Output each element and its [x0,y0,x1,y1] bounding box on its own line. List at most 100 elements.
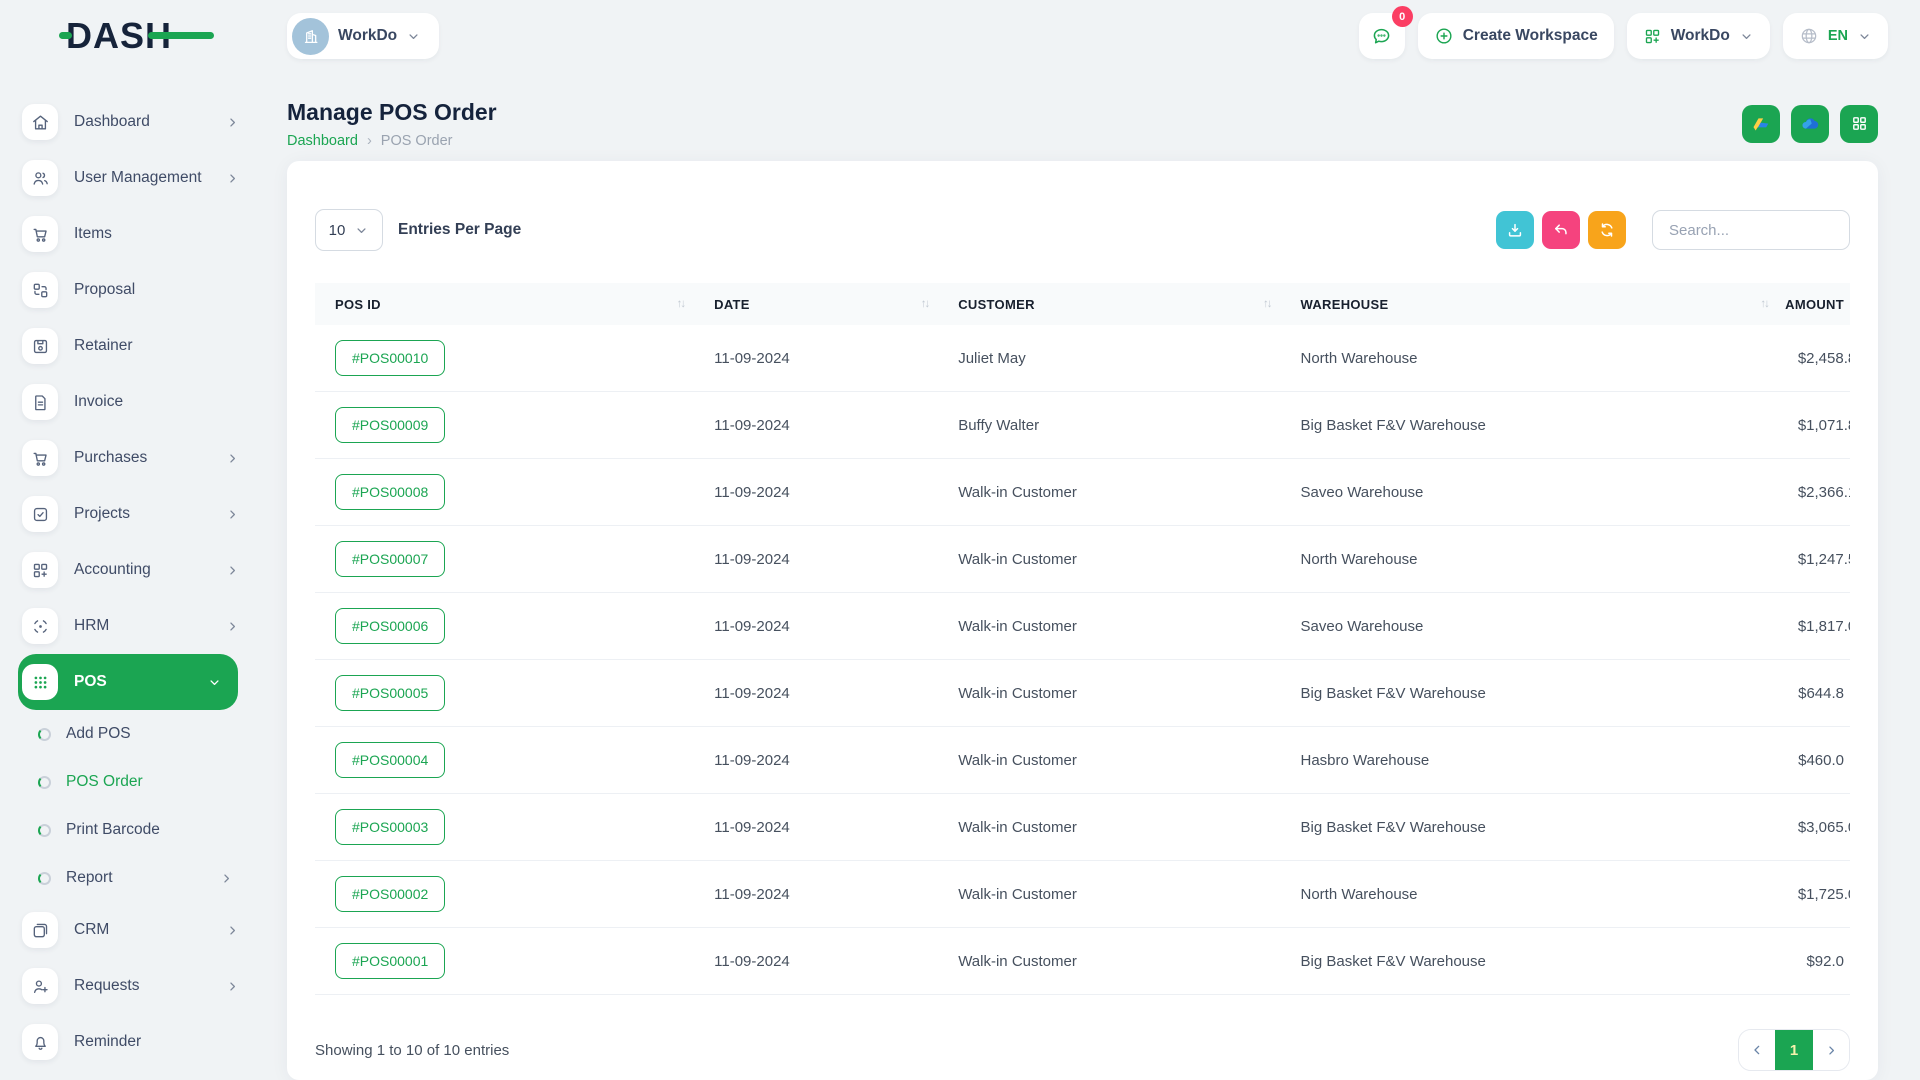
onedrive-button[interactable] [1791,105,1829,143]
pos-id-badge[interactable]: #POS00009 [335,407,445,443]
sort-icon[interactable]: ↑↓ [921,298,933,310]
dots-grid-icon [22,664,58,700]
language-label: EN [1828,28,1848,44]
column-header-inner: DATE↑↓ [714,297,932,312]
cart-icon [22,216,58,252]
sidebar-item-purchases[interactable]: Purchases [0,430,264,486]
sidebar-item-items[interactable]: Items [0,206,264,262]
pos-id-badge[interactable]: #POS00003 [335,809,445,845]
sidebar-item-accounting[interactable]: Accounting [0,542,264,598]
sort-icon[interactable]: ↑↓ [677,298,689,310]
sidebar-item-hrm[interactable]: HRM [0,598,264,654]
chevron-right-icon [225,115,240,130]
sidebar-subitem-print-barcode[interactable]: Print Barcode [0,806,264,854]
table-body: #POS0001011-09-2024Juliet MayNorth Wareh… [315,325,1850,995]
pos-id-badge[interactable]: #POS00007 [335,541,445,577]
cell-date: 11-09-2024 [694,928,938,995]
sidebar-item-crm[interactable]: CRM [0,902,264,958]
sidebar-item-proposal[interactable]: Proposal [0,262,264,318]
cell-date: 11-09-2024 [694,794,938,861]
cell-warehouse: Big Basket F&V Warehouse [1281,392,1778,459]
pos-id-badge[interactable]: #POS00004 [335,742,445,778]
refresh-button[interactable] [1588,211,1626,249]
chevron-right-icon [225,619,240,634]
main-column: WorkDo 0 Create Workspace WorkDo [264,0,1920,1080]
table-row: #POS0000911-09-2024Buffy WalterBig Baske… [315,392,1850,459]
create-workspace-button[interactable]: Create Workspace [1418,13,1614,59]
pos-id-badge[interactable]: #POS00005 [335,675,445,711]
grid-plus-icon [22,552,58,588]
cell-date: 11-09-2024 [694,660,938,727]
language-selector[interactable]: EN [1783,13,1888,59]
sidebar-item-label: Invoice [74,393,240,411]
sort-icon[interactable]: ↑↓ [1263,298,1275,310]
cell-customer: Walk-in Customer [938,727,1280,794]
apps-grid-button[interactable] [1840,105,1878,143]
cell-date: 11-09-2024 [694,392,938,459]
sidebar-item-dashboard[interactable]: Dashboard [0,94,264,150]
sidebar-item-requests[interactable]: Requests [0,958,264,1014]
user-plus-icon [22,968,58,1004]
cell-amount: $1,247.5 [1778,526,1850,593]
pos-id-badge[interactable]: #POS00001 [335,943,445,979]
sort-icon[interactable]: ↑↓ [1760,298,1772,310]
sidebar-item-reminder[interactable]: Reminder [0,1014,264,1070]
cell-pos-id: #POS00002 [315,861,694,928]
sidebar-subitem-add-pos[interactable]: Add POS [0,710,264,758]
pagination-prev-button[interactable] [1739,1030,1775,1070]
reset-button[interactable] [1542,211,1580,249]
pagination-next-button[interactable] [1813,1030,1849,1070]
cell-date: 11-09-2024 [694,593,938,660]
table-row: #POS0000511-09-2024Walk-in CustomerBig B… [315,660,1850,727]
refresh-icon [1598,221,1616,239]
sidebar-item-label: POS [74,673,207,691]
sidebar-item-retainer[interactable]: Retainer [0,318,264,374]
cell-date: 11-09-2024 [694,727,938,794]
app-menu-button[interactable]: WorkDo [1627,13,1770,59]
table-header-row: POS ID↑↓ DATE↑↓ CUSTOMER↑↓WAREHOUSE↑↓ AMOUN… [315,283,1850,325]
column-header-label: AMOUNT [1785,297,1844,312]
cell-warehouse: North Warehouse [1281,861,1778,928]
breadcrumb-dashboard-link[interactable]: Dashboard [287,133,358,149]
column-header-warehouse[interactable]: WAREHOUSE↑↓ [1281,283,1778,325]
cell-amount: $3,065.0 [1778,794,1850,861]
pos-id-badge[interactable]: #POS00008 [335,474,445,510]
sidebar-item-label: Requests [74,977,225,995]
column-header-date[interactable]: DATE↑↓ [694,283,938,325]
column-header-pos-id[interactable]: POS ID↑↓ [315,283,694,325]
cell-customer: Walk-in Customer [938,861,1280,928]
chevron-right-icon [225,451,240,466]
workspace-selector-label: WorkDo [338,27,397,45]
brand-logo[interactable]: DASH [66,15,172,57]
export-button[interactable] [1496,211,1534,249]
table-row: #POS0000711-09-2024Walk-in CustomerNorth… [315,526,1850,593]
sidebar-item-invoice[interactable]: Invoice [0,374,264,430]
topbar-right: 0 Create Workspace WorkDo EN [1359,13,1888,59]
search-input[interactable] [1652,210,1850,250]
breadcrumb: Dashboard › POS Order [287,133,497,149]
pagination-page-1[interactable]: 1 [1775,1030,1813,1070]
sidebar-item-user-management[interactable]: User Management [0,150,264,206]
column-header-customer[interactable]: CUSTOMER↑↓ [938,283,1280,325]
table-row: #POS0000211-09-2024Walk-in CustomerNorth… [315,861,1850,928]
pos-id-badge[interactable]: #POS00010 [335,340,445,376]
cell-pos-id: #POS00008 [315,459,694,526]
pos-id-badge[interactable]: #POS00002 [335,876,445,912]
entries-per-page-select[interactable]: 10 [315,209,383,251]
messages-button[interactable]: 0 [1359,13,1405,59]
task-icon [22,496,58,532]
column-header-amount[interactable]: AMOUNT [1778,283,1850,325]
sidebar-item-pos[interactable]: POS [18,654,238,710]
cell-customer: Walk-in Customer [938,660,1280,727]
sidebar-item-label: Items [74,225,240,243]
google-drive-button[interactable] [1742,105,1780,143]
sidebar-subitem-pos-order[interactable]: POS Order [0,758,264,806]
pos-id-badge[interactable]: #POS00006 [335,608,445,644]
table-footer: Showing 1 to 10 of 10 entries 1 [315,1029,1850,1071]
sidebar-subitem-report[interactable]: Report [0,854,264,902]
cell-warehouse: Big Basket F&V Warehouse [1281,794,1778,861]
cell-amount: $2,458.8 [1778,325,1850,392]
workspace-selector[interactable]: WorkDo [287,13,439,59]
sidebar-item-projects[interactable]: Projects [0,486,264,542]
page-head: Manage POS Order Dashboard › POS Order [287,98,1878,149]
